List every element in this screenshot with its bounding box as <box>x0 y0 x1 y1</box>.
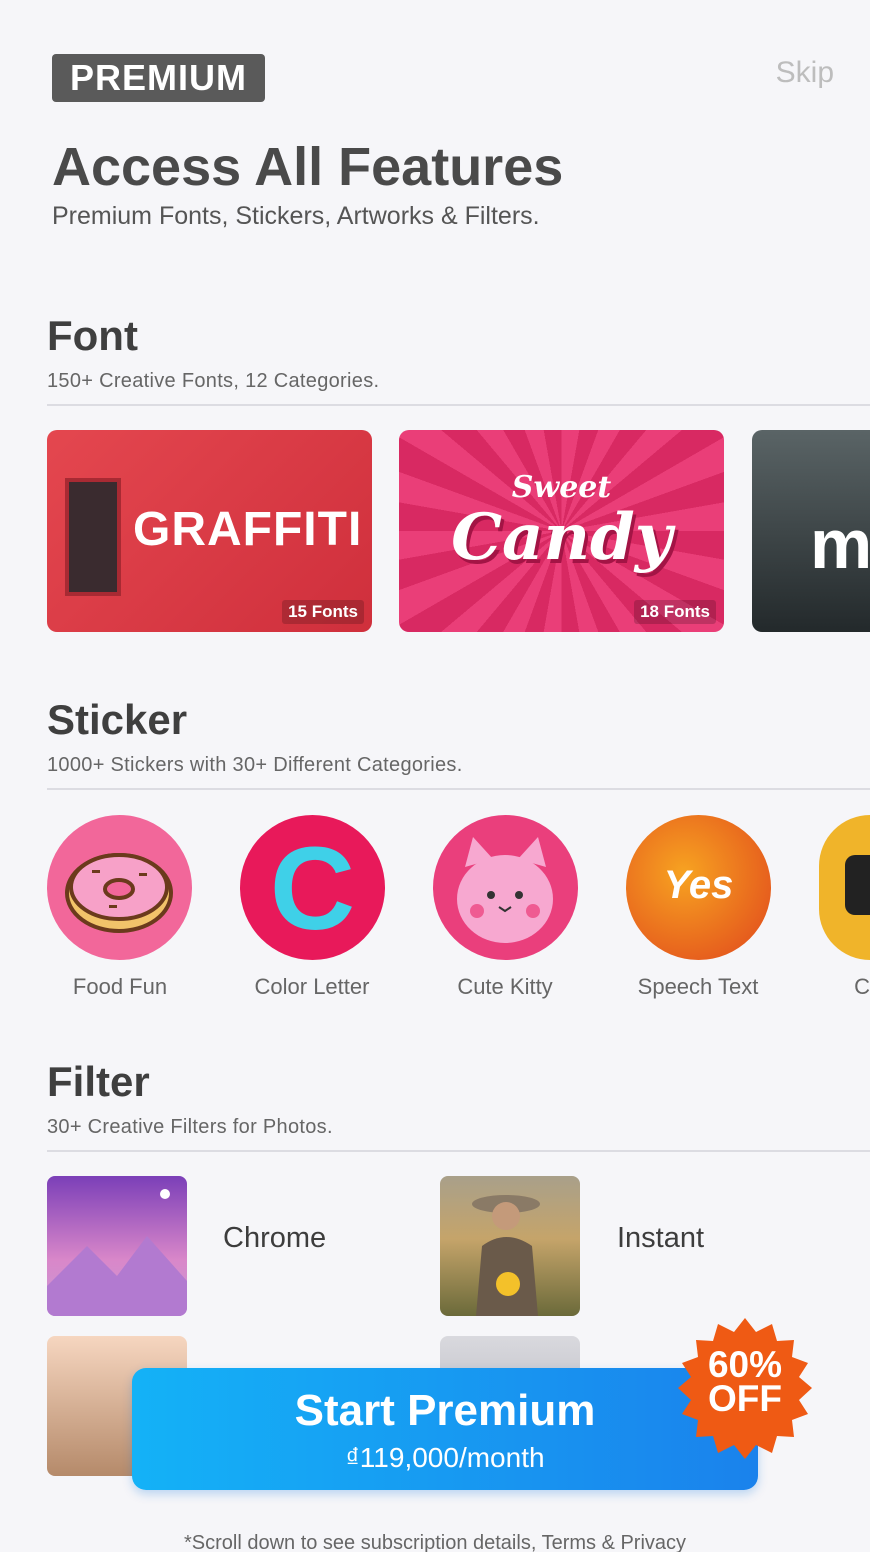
filter-section-subtitle: 30+ Creative Filters for Photos. <box>47 1116 333 1138</box>
discount-off: OFF <box>708 1378 782 1419</box>
mountain-icon <box>47 1189 187 1316</box>
font-card-third[interactable]: m <box>752 430 870 632</box>
sticker-cute-kitty[interactable] <box>433 815 578 960</box>
font-section-subtitle: 150+ Creative Fonts, 12 Categories. <box>47 370 380 392</box>
sticker-section-subtitle: 1000+ Stickers with 30+ Different Catego… <box>47 754 463 776</box>
start-premium-button[interactable]: Start Premium ₫119,000/month <box>132 1368 758 1490</box>
font-count-badge: 18 Fonts <box>634 600 716 624</box>
sticker-fifth[interactable] <box>819 815 870 960</box>
kitty-icon <box>457 837 553 943</box>
candy-art-main: Candy <box>451 500 672 575</box>
page-subtitle: Premium Fonts, Stickers, Artworks & Filt… <box>52 202 540 230</box>
letter-c-icon: C <box>269 823 356 955</box>
font-card-graffiti[interactable]: GRAFFITI 15 Fonts <box>47 430 372 632</box>
cta-title: Start Premium <box>294 1386 596 1435</box>
sticker-divider <box>47 788 870 790</box>
yes-icon: Yes <box>663 863 734 907</box>
cta-price: ₫119,000/month <box>345 1442 545 1473</box>
graffiti-art-text: GRAFFITI <box>133 503 363 556</box>
skip-button[interactable]: Skip <box>776 56 834 90</box>
sticker-speech-text[interactable]: Yes <box>626 815 771 960</box>
filter-label-instant: Instant <box>617 1222 705 1254</box>
footer-note[interactable]: *Scroll down to see subscription details… <box>0 1532 870 1552</box>
filter-thumb-instant[interactable] <box>440 1176 580 1316</box>
sticker-label-fifth: C <box>854 974 870 999</box>
font-count-badge: 15 Fonts <box>282 600 364 624</box>
font-divider <box>47 404 870 406</box>
filter-divider <box>47 1150 870 1152</box>
sticker-color-letter[interactable]: C <box>240 815 385 960</box>
premium-screen: PREMIUM Skip Access All Features Premium… <box>0 0 870 1552</box>
filter-label-chrome: Chrome <box>223 1222 327 1254</box>
discount-text: 60% OFF <box>672 1344 818 1419</box>
donut-icon <box>65 853 173 933</box>
person-photo-icon <box>472 1195 540 1316</box>
sticker-label-food-fun: Food Fun <box>72 974 168 999</box>
filter-section-title: Filter <box>47 1058 150 1105</box>
filter-thumb-chrome[interactable] <box>47 1176 187 1316</box>
premium-badge: PREMIUM <box>52 54 265 102</box>
window-graphic <box>65 478 121 596</box>
sticker-section-title: Sticker <box>47 696 188 743</box>
sticker-label-speech-text: Speech Text <box>637 974 759 999</box>
sticker-label-cute-kitty: Cute Kitty <box>457 974 553 999</box>
page-title: Access All Features <box>52 137 564 197</box>
sticker-food-fun[interactable] <box>47 815 192 960</box>
sticker-label-color-letter: Color Letter <box>254 974 370 999</box>
third-art-text: m <box>810 505 870 583</box>
cat-silhouette-icon <box>845 855 870 915</box>
font-card-candy[interactable]: Sweet Candy 18 Fonts <box>399 430 724 632</box>
font-section-title: Font <box>47 312 138 359</box>
discount-percent: 60% <box>707 1344 783 1385</box>
